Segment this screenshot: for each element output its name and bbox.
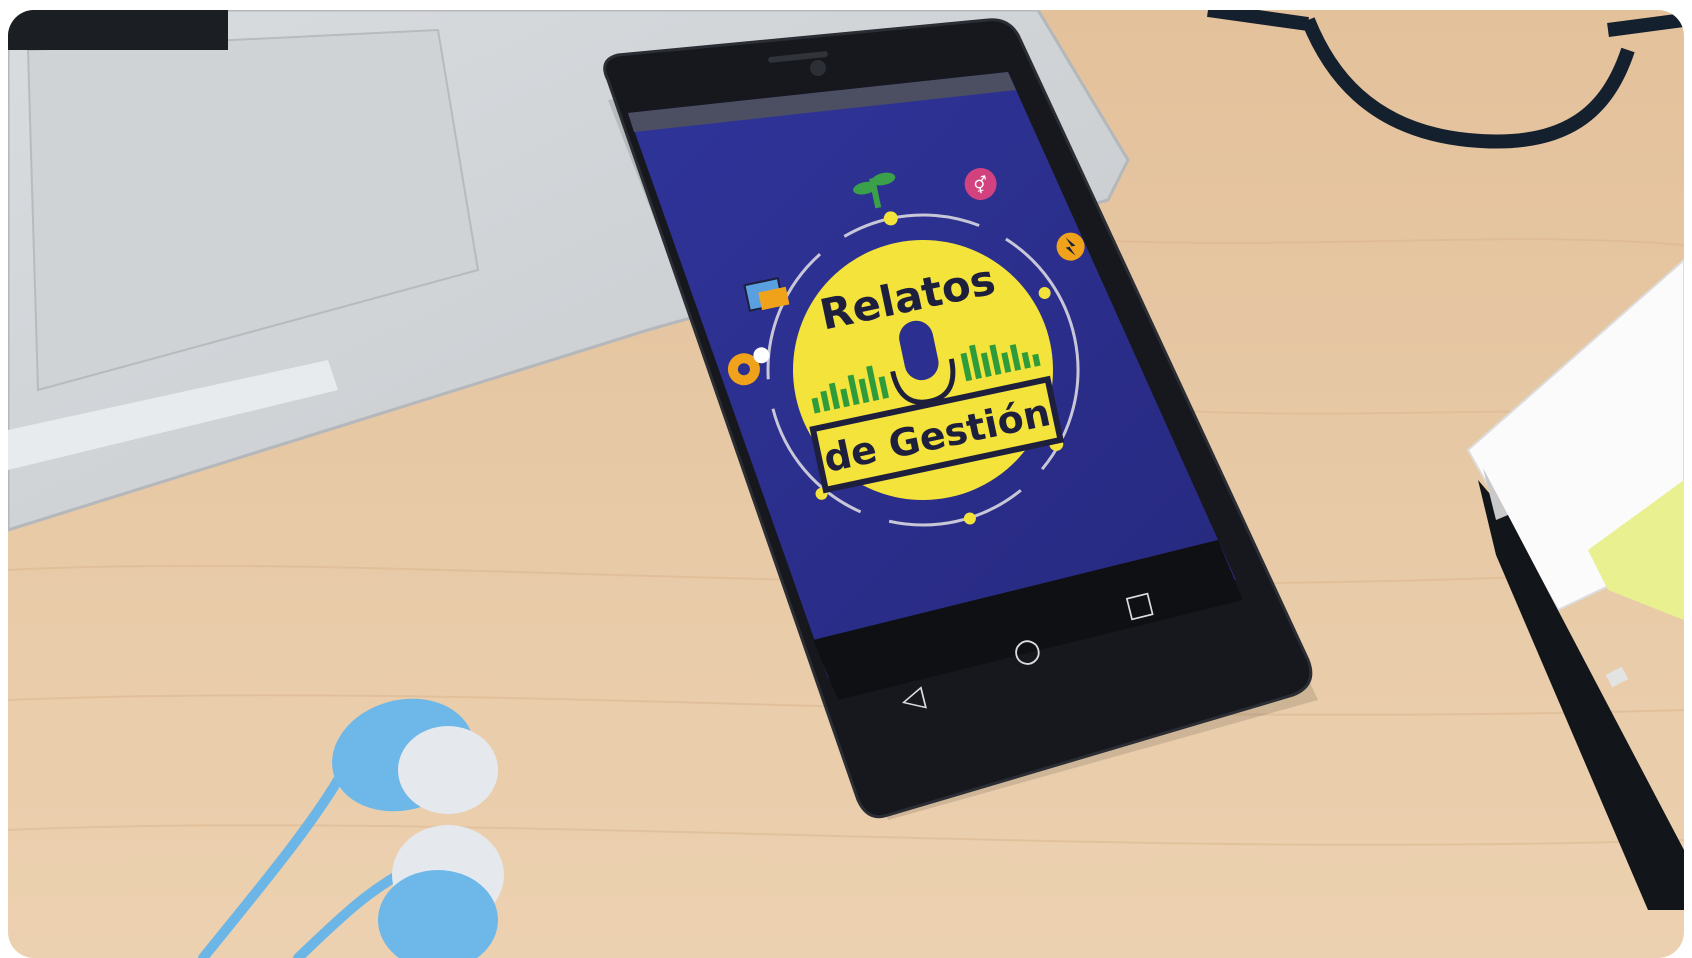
front-camera xyxy=(810,60,826,76)
photo-frame: ◁ ○ □ Relatos de Gestión ⚥ xyxy=(8,10,1684,958)
desk-scene: ◁ ○ □ Relatos de Gestión ⚥ xyxy=(8,10,1684,958)
